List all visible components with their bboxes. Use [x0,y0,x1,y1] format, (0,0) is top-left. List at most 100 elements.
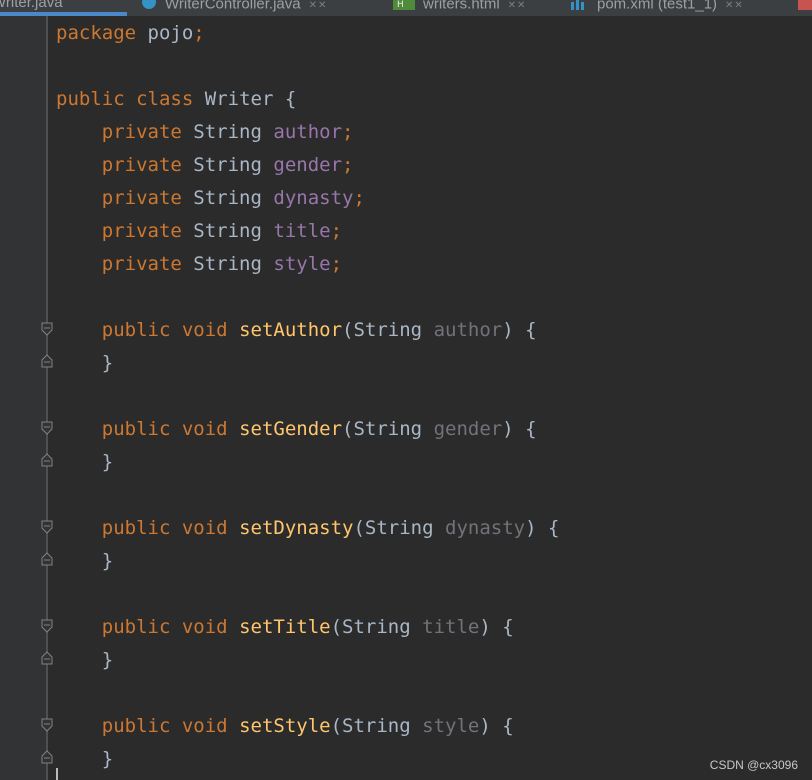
fold-collapse-icon[interactable] [41,421,53,435]
keyword: void [181,319,228,341]
fold-end-icon[interactable] [41,750,53,764]
close-icon[interactable]: ✕✕ [508,0,527,11]
type-name: String [193,187,262,209]
semicolon: ; [330,220,343,242]
keyword: private [101,154,182,176]
type-name: String [353,418,423,440]
fold-end-icon[interactable] [41,453,53,467]
brace: { [547,517,560,539]
keyword: package [56,22,137,44]
brace: { [502,616,514,638]
field-name: author [273,121,343,143]
error-indicator-icon [798,0,812,10]
field-name: gender [273,154,343,176]
code-line-close: } [56,743,113,776]
keyword: private [101,187,182,209]
param-name: dynasty [445,517,526,539]
semicolon: ; [342,121,354,143]
type-name: String [342,616,411,638]
fold-collapse-icon[interactable] [41,619,53,633]
param-name: title [422,616,480,638]
tab-label: pom.xml (test1_1) [597,0,718,13]
method-name: setTitle [239,616,331,638]
keyword: class [136,88,194,110]
code-line-method: public void setStyle(String style) { [101,715,514,737]
brace: { [502,715,514,737]
keyword: public [101,616,171,638]
brace: } [101,451,114,473]
brace: } [101,352,114,374]
type-name: String [193,154,262,176]
code-line-field: private String gender; [56,149,354,182]
brace: { [525,418,537,440]
semicolon: ; [330,253,343,275]
brace: { [525,319,537,341]
keyword: void [181,715,228,737]
fold-collapse-icon[interactable] [41,718,53,732]
code-editor[interactable]: package pojo; public class Writer { priv… [0,16,812,780]
fold-end-icon[interactable] [41,354,53,368]
semicolon: ; [193,22,205,44]
code-line-field: private String author; [56,116,354,149]
type-name: String [193,220,262,242]
keyword: public [101,715,171,737]
type-name: String [353,319,423,341]
type-name: String [364,517,434,539]
tab-writers-html[interactable]: H writers.html ✕✕ [393,0,526,16]
keyword: void [181,418,228,440]
editor-tab-bar: Writer.java WriterController.java ✕✕ H wr… [0,0,812,16]
code-line-close: } [56,545,113,578]
code-line-class-decl: public class Writer { [56,83,296,116]
code-line-method: public void setAuthor(String author) { [101,319,537,341]
fold-collapse-icon[interactable] [41,520,53,534]
param-name: style [422,715,480,737]
method-name: setStyle [239,715,331,737]
code-line-close: } [56,446,113,479]
keyword: private [101,253,182,275]
field-name: dynasty [273,187,354,209]
gutter [0,16,46,780]
code-line-field: private String style; [56,248,342,281]
text-caret [56,768,58,780]
html-icon: H [393,0,415,15]
watermark: CSDN @cx3096 [709,758,798,772]
brace: } [101,748,114,770]
svg-text:H: H [397,0,404,10]
keyword: private [101,220,182,242]
fold-collapse-icon[interactable] [41,322,53,336]
type-name: String [193,253,262,275]
class-name: Writer [204,88,274,110]
code-line-package: package pojo; [56,17,205,50]
fold-end-icon[interactable] [41,552,53,566]
code-line-method: public void setDynasty(String dynasty) { [101,517,560,539]
param-name: gender [433,418,503,440]
close-icon[interactable]: ✕✕ [309,0,328,11]
keyword: public [101,517,171,539]
class-icon [141,0,157,15]
field-name: title [273,220,331,242]
method-name: setAuthor [239,319,343,341]
code-line-field: private String title; [56,215,342,248]
tab-writercontroller-java[interactable]: WriterController.java ✕✕ [141,0,327,16]
fold-end-icon[interactable] [41,651,53,665]
param-name: author [433,319,503,341]
code-line-close: } [56,347,113,380]
method-name: setDynasty [239,517,354,539]
type-name: String [342,715,411,737]
keyword: public [101,319,171,341]
method-name: setGender [239,418,343,440]
code-line-method: public void setGender(String gender) { [101,418,537,440]
code-line-field: private String dynasty; [56,182,365,215]
semicolon: ; [342,154,354,176]
package-name: pojo [147,22,194,44]
tab-pom-xml[interactable]: pom.xml (test1_1) ✕✕ [571,0,744,16]
keyword: void [181,517,228,539]
keyword: public [101,418,171,440]
field-name: style [273,253,331,275]
keyword: private [101,121,182,143]
tab-label: writers.html [423,0,500,13]
code-line-close: } [56,644,113,677]
keyword: void [181,616,228,638]
brace: } [101,649,114,671]
close-icon[interactable]: ✕✕ [725,0,744,11]
